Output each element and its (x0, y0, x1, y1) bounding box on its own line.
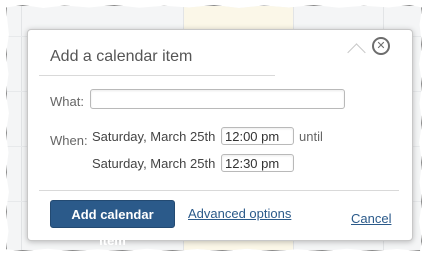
footer-divider (39, 190, 399, 191)
cancel-link[interactable]: Cancel (351, 211, 391, 226)
add-calendar-item-dialog: Add a calendar item ✕ What: When: Saturd… (27, 29, 413, 248)
dialog-title: Add a calendar item (50, 48, 193, 65)
advanced-options-link[interactable]: Advanced options (188, 206, 291, 221)
close-icon[interactable]: ✕ (372, 37, 390, 55)
popup-pointer (347, 43, 366, 62)
when-label: When: (50, 133, 88, 148)
start-time-input[interactable] (221, 127, 294, 145)
until-label: until (299, 129, 323, 144)
add-calendar-item-button[interactable]: Add calendar item (50, 200, 175, 248)
screenshot-frame: Add a calendar item ✕ What: When: Saturd… (6, 5, 422, 251)
title-divider (39, 75, 275, 76)
start-date: Saturday, March 25th (92, 129, 216, 144)
what-input[interactable] (90, 89, 345, 109)
end-time-input[interactable] (221, 154, 294, 172)
calendar-grid-column (21, 6, 22, 250)
what-label: What: (50, 94, 84, 109)
end-date: Saturday, March 25th (92, 156, 216, 171)
